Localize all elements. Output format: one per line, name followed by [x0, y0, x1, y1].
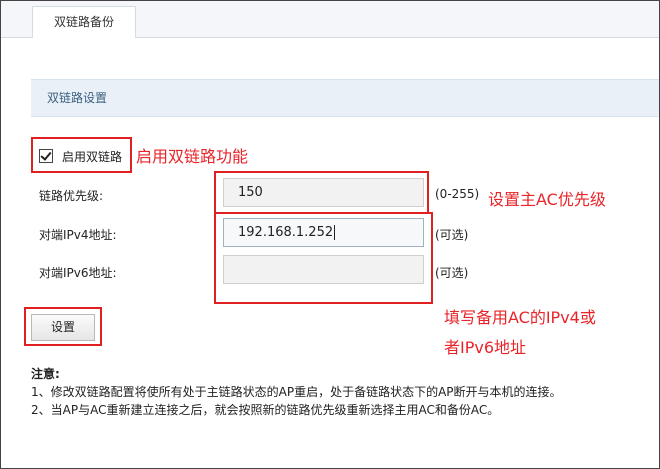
ipv4-label: 对端IPv4地址: [39, 228, 117, 242]
ipv6-label: 对端IPv6地址: [39, 266, 117, 280]
annotation-box-priority [214, 171, 429, 214]
notes-line-1: 1、修改双链路配置将使所有处于主链路状态的AP重启，处于备链路状态下的AP断开与… [31, 385, 562, 399]
annotation-box-save [24, 307, 102, 346]
section-title: 双链路设置 [47, 91, 108, 105]
annotation-peer-line2: 者IPv6地址 [444, 338, 527, 357]
priority-label: 链路优先级: [39, 189, 104, 203]
notes-title: 注意: [31, 367, 60, 381]
annotation-box-enable [31, 137, 132, 173]
ipv4-hint: (可选) [435, 228, 469, 242]
page-frame: 双链路备份 双链路设置 启用双链路 启用双链路功能 链路优先级: 150 (0-… [0, 0, 660, 469]
annotation-enable: 启用双链路功能 [136, 147, 249, 166]
priority-hint: (0-255) [435, 187, 480, 201]
tab-bar: 双链路备份 [1, 1, 659, 38]
annotation-peer-line1: 填写备用AC的IPv4或 [444, 308, 596, 327]
notes: 注意: 1、修改双链路配置将使所有处于主链路状态的AP重启，处于备链路状态下的A… [31, 365, 562, 419]
ipv6-hint: (可选) [435, 266, 469, 280]
section-header: 双链路设置 [31, 79, 659, 117]
annotation-priority: 设置主AC优先级 [488, 190, 606, 209]
notes-line-2: 2、当AP与AC重新建立连接之后，就会按照新的链路优先级重新选择主用AC和备份A… [31, 403, 500, 417]
tab-dual-link-backup[interactable]: 双链路备份 [32, 6, 136, 38]
annotation-box-peer [214, 212, 433, 304]
